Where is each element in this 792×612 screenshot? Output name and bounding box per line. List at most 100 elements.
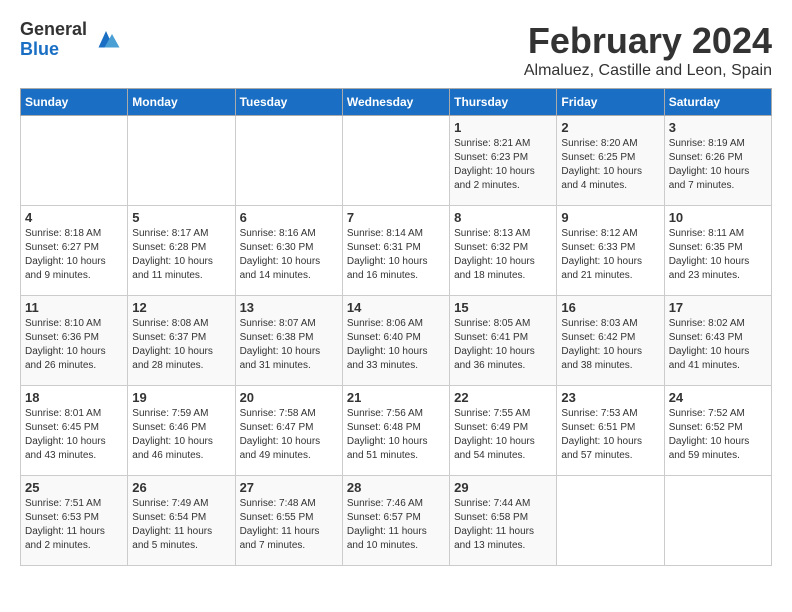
calendar-row: 4 Sunrise: 8:18 AM Sunset: 6:27 PM Daylig…: [21, 206, 772, 296]
month-title: February 2024: [524, 20, 772, 62]
day-number: 7: [347, 210, 445, 225]
calendar-cell: 20 Sunrise: 7:58 AM Sunset: 6:47 PM Dayli…: [235, 386, 342, 476]
weekday-header: Tuesday: [235, 89, 342, 116]
day-info: Sunrise: 8:07 AM Sunset: 6:38 PM Dayligh…: [240, 317, 338, 373]
day-info: Sunrise: 8:06 AM Sunset: 6:40 PM Dayligh…: [347, 317, 445, 373]
day-number: 22: [454, 390, 552, 405]
day-number: 23: [561, 390, 659, 405]
calendar-cell: 15 Sunrise: 8:05 AM Sunset: 6:41 PM Dayli…: [450, 296, 557, 386]
page-header: General Blue February 2024 Almaluez, Cas…: [20, 20, 772, 80]
day-info: Sunrise: 7:49 AM Sunset: 6:54 PM Dayligh…: [132, 497, 230, 553]
day-info: Sunrise: 8:01 AM Sunset: 6:45 PM Dayligh…: [25, 407, 123, 463]
logo-blue: Blue: [20, 40, 87, 60]
calendar-cell: 1Sunrise: 8:21 AM Sunset: 6:23 PM Daylig…: [450, 116, 557, 206]
day-number: 8: [454, 210, 552, 225]
calendar-table: SundayMondayTuesdayWednesdayThursdayFrid…: [20, 88, 772, 566]
calendar-cell: 28 Sunrise: 7:46 AM Sunset: 6:57 PM Dayli…: [342, 476, 449, 566]
calendar-cell: 21Sunrise: 7:56 AM Sunset: 6:48 PM Dayli…: [342, 386, 449, 476]
day-number: 19: [132, 390, 230, 405]
day-number: 15: [454, 300, 552, 315]
day-info: Sunrise: 8:08 AM Sunset: 6:37 PM Dayligh…: [132, 317, 230, 373]
day-info: Sunrise: 8:18 AM Sunset: 6:27 PM Dayligh…: [25, 227, 123, 283]
day-info: Sunrise: 8:10 AM Sunset: 6:36 PM Dayligh…: [25, 317, 123, 373]
weekday-header: Wednesday: [342, 89, 449, 116]
calendar-cell: 12 Sunrise: 8:08 AM Sunset: 6:37 PM Dayli…: [128, 296, 235, 386]
calendar-cell: 25 Sunrise: 7:51 AM Sunset: 6:53 PM Dayli…: [21, 476, 128, 566]
day-info: Sunrise: 8:03 AM Sunset: 6:42 PM Dayligh…: [561, 317, 659, 373]
day-info: Sunrise: 8:16 AM Sunset: 6:30 PM Dayligh…: [240, 227, 338, 283]
calendar-cell: 10 Sunrise: 8:11 AM Sunset: 6:35 PM Dayli…: [664, 206, 771, 296]
day-info: Sunrise: 7:44 AM Sunset: 6:58 PM Dayligh…: [454, 497, 552, 553]
calendar-cell: 19 Sunrise: 7:59 AM Sunset: 6:46 PM Dayli…: [128, 386, 235, 476]
calendar-cell: 11 Sunrise: 8:10 AM Sunset: 6:36 PM Dayli…: [21, 296, 128, 386]
calendar-cell: 18 Sunrise: 8:01 AM Sunset: 6:45 PM Dayli…: [21, 386, 128, 476]
calendar-cell: 16 Sunrise: 8:03 AM Sunset: 6:42 PM Dayli…: [557, 296, 664, 386]
calendar-cell: [557, 476, 664, 566]
day-number: 21: [347, 390, 445, 405]
day-info: Sunrise: 7:59 AM Sunset: 6:46 PM Dayligh…: [132, 407, 230, 463]
day-number: 17: [669, 300, 767, 315]
day-info: Sunrise: 8:19 AM Sunset: 6:26 PM Dayligh…: [669, 137, 767, 193]
day-number: 18: [25, 390, 123, 405]
calendar-cell: [128, 116, 235, 206]
day-number: 16: [561, 300, 659, 315]
calendar-cell: 5 Sunrise: 8:17 AM Sunset: 6:28 PM Daylig…: [128, 206, 235, 296]
calendar-cell: 7 Sunrise: 8:14 AM Sunset: 6:31 PM Daylig…: [342, 206, 449, 296]
logo-general: General: [20, 20, 87, 40]
calendar-cell: 14 Sunrise: 8:06 AM Sunset: 6:40 PM Dayli…: [342, 296, 449, 386]
day-number: 28: [347, 480, 445, 495]
day-info: Sunrise: 8:12 AM Sunset: 6:33 PM Dayligh…: [561, 227, 659, 283]
day-info: Sunrise: 7:51 AM Sunset: 6:53 PM Dayligh…: [25, 497, 123, 553]
logo: General Blue: [20, 20, 121, 60]
day-number: 10: [669, 210, 767, 225]
calendar-row: 18 Sunrise: 8:01 AM Sunset: 6:45 PM Dayli…: [21, 386, 772, 476]
day-number: 26: [132, 480, 230, 495]
day-number: 29: [454, 480, 552, 495]
calendar-cell: 26 Sunrise: 7:49 AM Sunset: 6:54 PM Dayli…: [128, 476, 235, 566]
day-info: Sunrise: 8:17 AM Sunset: 6:28 PM Dayligh…: [132, 227, 230, 283]
day-number: 4: [25, 210, 123, 225]
day-number: 12: [132, 300, 230, 315]
calendar-cell: 8 Sunrise: 8:13 AM Sunset: 6:32 PM Daylig…: [450, 206, 557, 296]
calendar-cell: [21, 116, 128, 206]
day-info: Sunrise: 7:58 AM Sunset: 6:47 PM Dayligh…: [240, 407, 338, 463]
day-number: 5: [132, 210, 230, 225]
day-number: 27: [240, 480, 338, 495]
calendar-cell: 13 Sunrise: 8:07 AM Sunset: 6:38 PM Dayli…: [235, 296, 342, 386]
day-info: Sunrise: 7:53 AM Sunset: 6:51 PM Dayligh…: [561, 407, 659, 463]
day-info: Sunrise: 8:14 AM Sunset: 6:31 PM Dayligh…: [347, 227, 445, 283]
day-number: 2: [561, 120, 659, 135]
title-area: February 2024 Almaluez, Castille and Leo…: [524, 20, 772, 80]
calendar-cell: 22 Sunrise: 7:55 AM Sunset: 6:49 PM Dayli…: [450, 386, 557, 476]
day-number: 25: [25, 480, 123, 495]
day-info: Sunrise: 8:11 AM Sunset: 6:35 PM Dayligh…: [669, 227, 767, 283]
day-info: Sunrise: 8:05 AM Sunset: 6:41 PM Dayligh…: [454, 317, 552, 373]
day-info: Sunrise: 7:46 AM Sunset: 6:57 PM Dayligh…: [347, 497, 445, 553]
calendar-row: 1Sunrise: 8:21 AM Sunset: 6:23 PM Daylig…: [21, 116, 772, 206]
location-title: Almaluez, Castille and Leon, Spain: [524, 62, 772, 80]
day-number: 1: [454, 120, 552, 135]
day-number: 3: [669, 120, 767, 135]
day-number: 14: [347, 300, 445, 315]
day-info: Sunrise: 8:13 AM Sunset: 6:32 PM Dayligh…: [454, 227, 552, 283]
calendar-row: 25 Sunrise: 7:51 AM Sunset: 6:53 PM Dayli…: [21, 476, 772, 566]
day-number: 13: [240, 300, 338, 315]
day-number: 20: [240, 390, 338, 405]
day-number: 11: [25, 300, 123, 315]
weekday-header-row: SundayMondayTuesdayWednesdayThursdayFrid…: [21, 89, 772, 116]
day-info: Sunrise: 8:20 AM Sunset: 6:25 PM Dayligh…: [561, 137, 659, 193]
day-number: 24: [669, 390, 767, 405]
weekday-header: Sunday: [21, 89, 128, 116]
calendar-cell: 23 Sunrise: 7:53 AM Sunset: 6:51 PM Dayli…: [557, 386, 664, 476]
weekday-header: Monday: [128, 89, 235, 116]
day-info: Sunrise: 7:48 AM Sunset: 6:55 PM Dayligh…: [240, 497, 338, 553]
day-number: 9: [561, 210, 659, 225]
day-number: 6: [240, 210, 338, 225]
calendar-cell: 6 Sunrise: 8:16 AM Sunset: 6:30 PM Daylig…: [235, 206, 342, 296]
weekday-header: Saturday: [664, 89, 771, 116]
calendar-cell: 3 Sunrise: 8:19 AM Sunset: 6:26 PM Daylig…: [664, 116, 771, 206]
calendar-cell: 4 Sunrise: 8:18 AM Sunset: 6:27 PM Daylig…: [21, 206, 128, 296]
day-info: Sunrise: 7:55 AM Sunset: 6:49 PM Dayligh…: [454, 407, 552, 463]
day-info: Sunrise: 7:52 AM Sunset: 6:52 PM Dayligh…: [669, 407, 767, 463]
calendar-row: 11 Sunrise: 8:10 AM Sunset: 6:36 PM Dayli…: [21, 296, 772, 386]
